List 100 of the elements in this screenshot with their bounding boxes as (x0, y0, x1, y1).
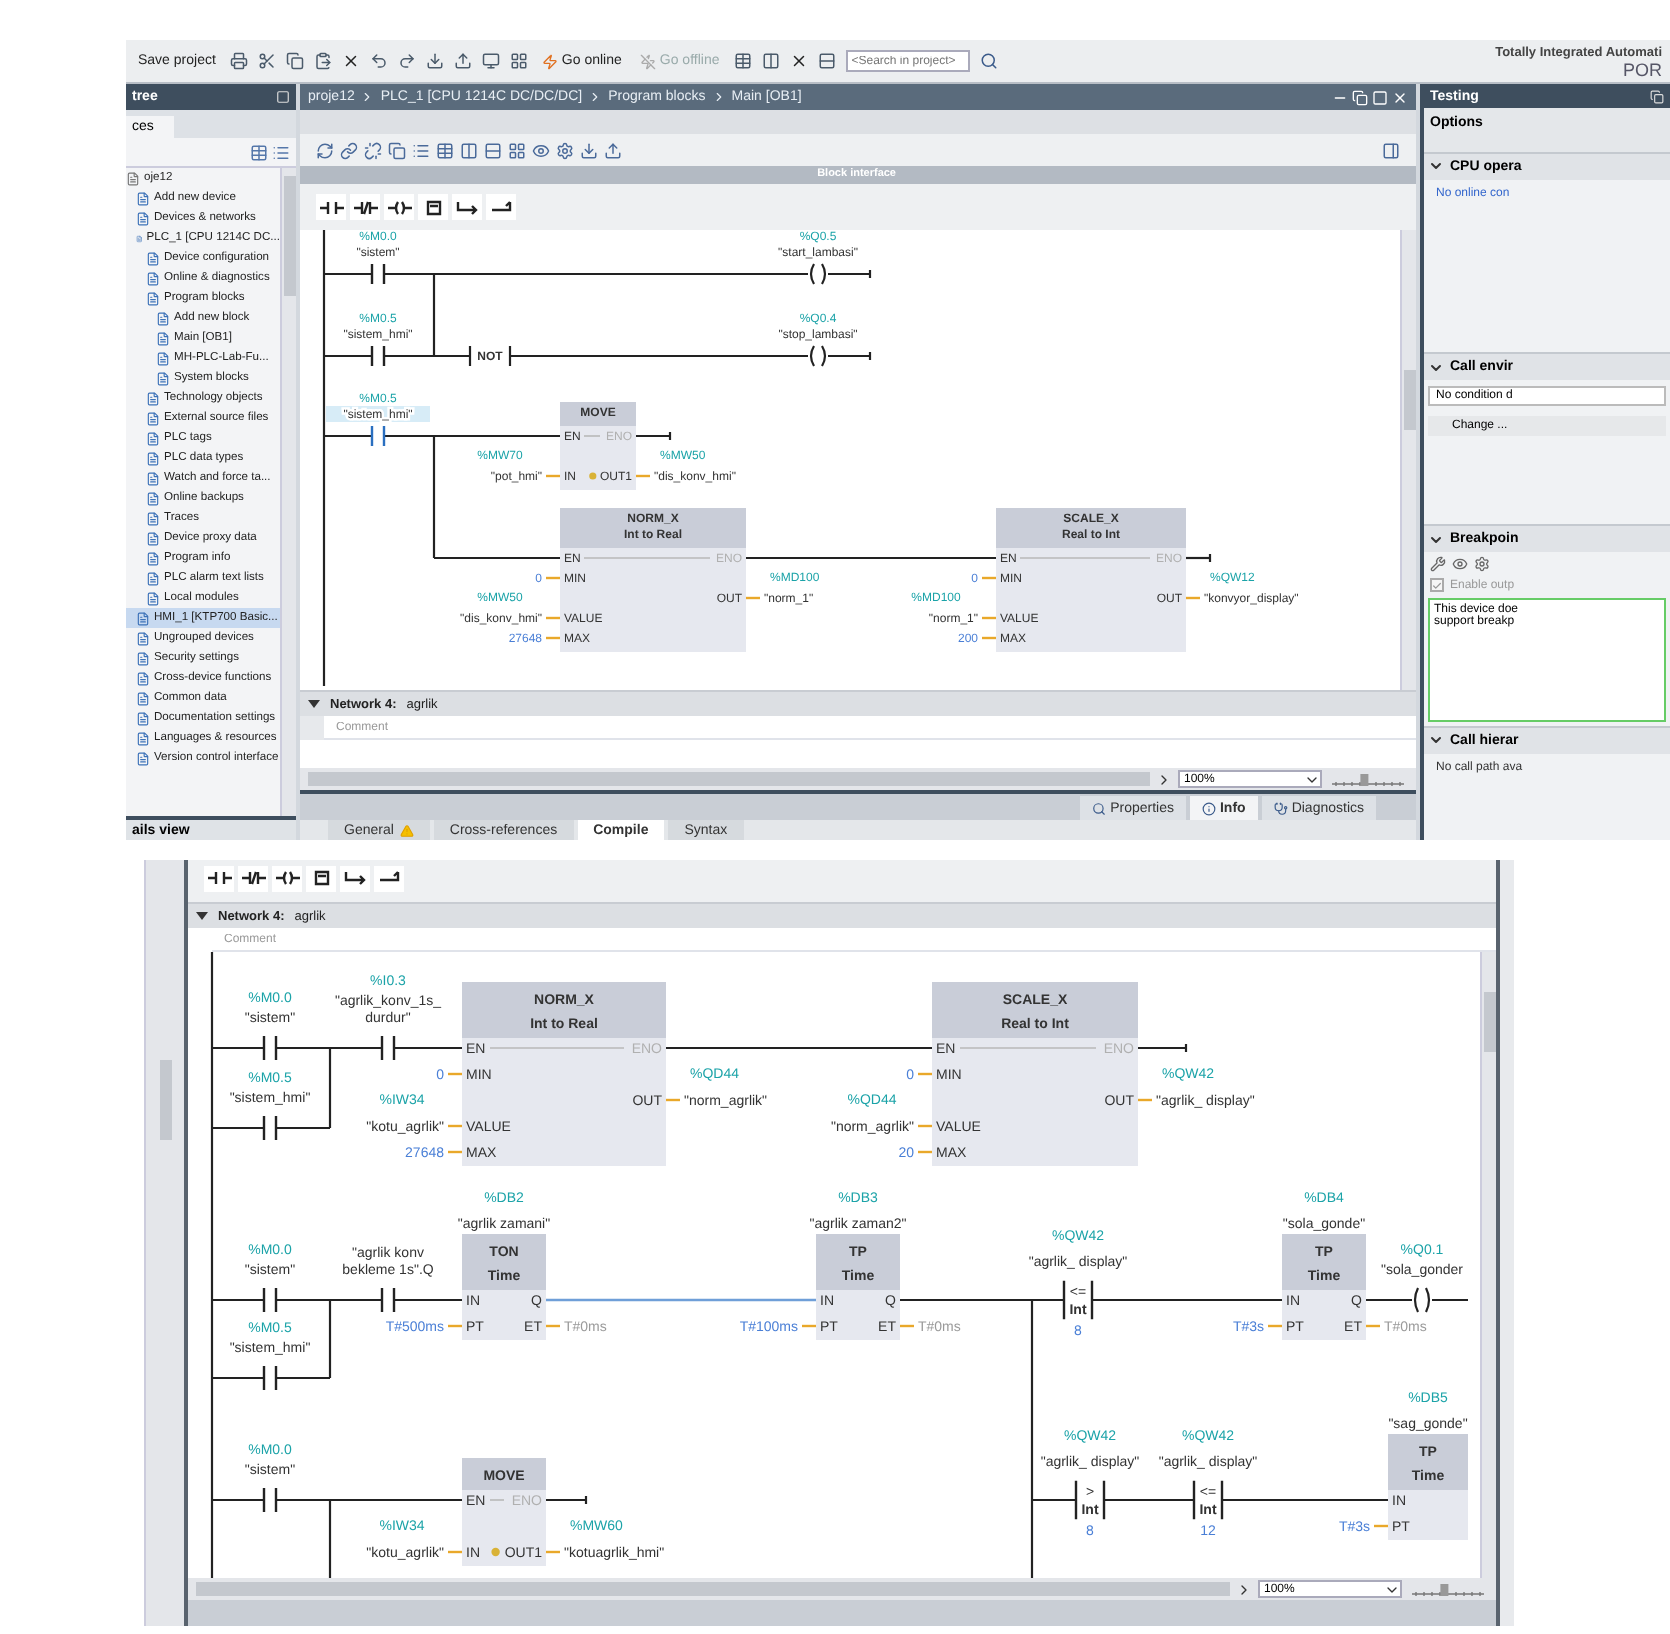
vertical-scrollbar[interactable] (144, 860, 184, 1626)
scrollbar-thumb[interactable] (308, 772, 1150, 786)
contact-symbol[interactable] (370, 344, 386, 368)
contact-icon[interactable] (316, 194, 346, 220)
function-box[interactable] (1282, 1234, 1366, 1340)
open-branch-icon[interactable] (452, 194, 482, 220)
negated-contact-icon[interactable] (350, 194, 380, 220)
compare-symbol[interactable] (1062, 1279, 1094, 1321)
contact-symbol[interactable] (262, 1286, 278, 1314)
chevron-down-icon[interactable] (1428, 732, 1444, 749)
editor-tool-icon[interactable] (508, 141, 526, 159)
download-icon[interactable] (425, 52, 444, 70)
function-box[interactable] (816, 1234, 900, 1340)
paste-icon[interactable] (313, 52, 332, 70)
close-icon[interactable] (789, 52, 808, 70)
editor-tool-icon[interactable] (556, 141, 574, 159)
chevron-down-icon[interactable] (1428, 531, 1444, 548)
slider-thumb[interactable] (1440, 1583, 1449, 1595)
editor-tool-icon[interactable] (532, 141, 550, 159)
split-icon[interactable] (817, 52, 836, 70)
scrollbar-thumb[interactable] (1483, 992, 1495, 1052)
contact-symbol[interactable] (262, 1486, 278, 1514)
slider-thumb[interactable] (1360, 773, 1369, 785)
coil-icon[interactable] (272, 865, 302, 891)
undo-icon[interactable] (369, 52, 388, 70)
coil-symbol[interactable] (809, 262, 827, 286)
open-branch-icon[interactable] (340, 865, 370, 891)
editor-tool-icon[interactable] (340, 141, 358, 159)
zoom-slider[interactable] (1408, 1581, 1488, 1597)
coil-symbol[interactable] (1413, 1286, 1431, 1314)
close-branch-icon[interactable] (486, 194, 516, 220)
function-box[interactable] (932, 982, 1138, 1166)
print-icon[interactable] (229, 52, 248, 70)
scrollbar-thumb[interactable] (159, 1060, 171, 1140)
editor-tool-icon[interactable] (604, 141, 622, 159)
maximize-icon[interactable] (1372, 89, 1388, 105)
function-box[interactable] (560, 402, 636, 490)
scrollbar-thumb[interactable] (196, 1582, 1230, 1596)
panel-toggle-icon[interactable] (276, 90, 290, 104)
list-view-icon[interactable] (272, 143, 290, 161)
redo-icon[interactable] (397, 52, 416, 70)
restore-icon[interactable] (1352, 89, 1368, 105)
contact-symbol[interactable] (380, 1034, 396, 1062)
delete-icon[interactable] (341, 52, 360, 70)
collapse-triangle-icon[interactable] (196, 910, 208, 922)
checkbox[interactable] (1430, 578, 1444, 593)
vertical-scrollbar[interactable] (1480, 952, 1496, 1578)
function-box[interactable] (462, 982, 666, 1166)
zoom-slider[interactable] (1328, 771, 1408, 787)
contact-icon[interactable] (204, 865, 234, 891)
table-view-icon[interactable] (250, 143, 268, 161)
editor-tool-icon[interactable] (484, 141, 502, 159)
function-box[interactable] (462, 1234, 546, 1340)
settings-icon[interactable] (1474, 556, 1490, 573)
function-box[interactable] (1388, 1434, 1468, 1540)
empty-box-icon[interactable] (418, 194, 448, 220)
compare-symbol[interactable] (1192, 1479, 1224, 1521)
scroll-right-icon[interactable] (1156, 771, 1172, 787)
breakpoint-tool-icon[interactable] (1430, 556, 1446, 573)
panel-icon[interactable] (1382, 141, 1400, 159)
watch-icon[interactable] (1452, 556, 1468, 573)
chevron-down-icon[interactable] (1428, 158, 1444, 175)
function-box[interactable] (996, 508, 1186, 652)
vertical-scrollbar[interactable] (280, 168, 296, 816)
coil-symbol[interactable] (809, 344, 827, 368)
editor-tool-icon[interactable] (580, 141, 598, 159)
editor-tool-icon[interactable] (436, 141, 454, 159)
upload-icon[interactable] (453, 52, 472, 70)
editor-tool-icon[interactable] (388, 141, 406, 159)
editor-tool-icon[interactable] (316, 141, 334, 159)
editor-tool-icon[interactable] (364, 141, 382, 159)
close-branch-icon[interactable] (374, 865, 404, 891)
scrollbar-thumb[interactable] (283, 176, 295, 296)
contact-symbol[interactable] (262, 1034, 278, 1062)
contact-symbol[interactable] (370, 262, 386, 286)
float-icon[interactable] (1650, 89, 1664, 104)
function-box[interactable] (560, 508, 746, 652)
compare-symbol[interactable] (1074, 1479, 1106, 1521)
grid-icon[interactable] (509, 52, 528, 70)
contact-symbol[interactable] (380, 1286, 396, 1314)
not-symbol[interactable] (468, 344, 512, 368)
cut-icon[interactable] (257, 52, 276, 70)
chevron-down-icon[interactable] (1428, 359, 1444, 376)
coil-icon[interactable] (384, 194, 414, 220)
function-box[interactable] (462, 1458, 546, 1566)
scrollbar-thumb[interactable] (1403, 370, 1415, 430)
search-icon[interactable] (979, 52, 998, 70)
editor-tool-icon[interactable] (460, 141, 478, 159)
copy-icon[interactable] (285, 52, 304, 70)
contact-symbol[interactable] (262, 1114, 278, 1142)
scroll-right-icon[interactable] (1236, 1581, 1252, 1597)
empty-box-icon[interactable] (306, 865, 336, 891)
columns-icon[interactable] (761, 52, 780, 70)
contact-symbol[interactable] (262, 1364, 278, 1392)
vertical-scrollbar[interactable] (1400, 230, 1416, 690)
editor-tool-icon[interactable] (412, 141, 430, 159)
collapse-triangle-icon[interactable] (308, 698, 320, 710)
monitor-icon[interactable] (481, 52, 500, 70)
table-icon[interactable] (733, 52, 752, 70)
negated-contact-icon[interactable] (238, 865, 268, 891)
